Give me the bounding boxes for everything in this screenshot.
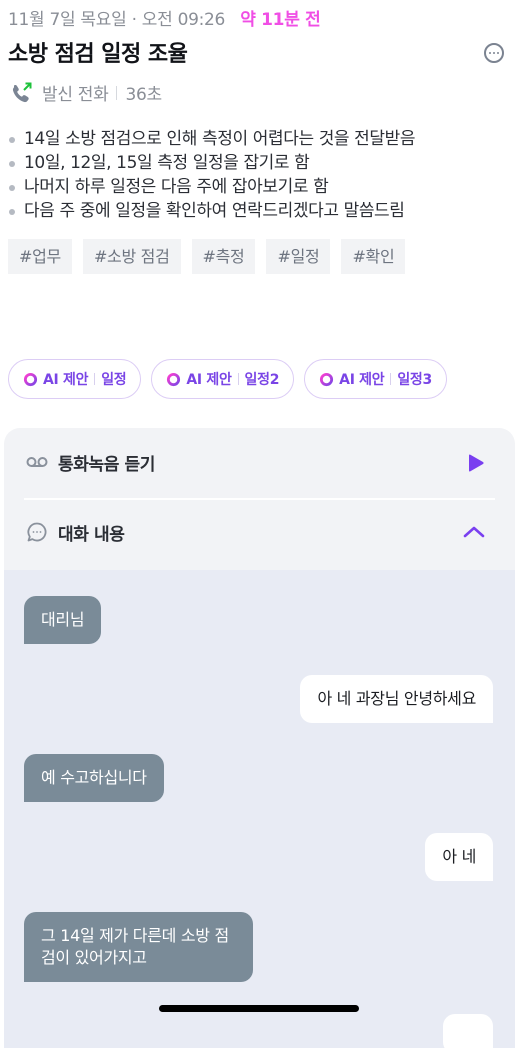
home-indicator[interactable] xyxy=(159,1005,359,1012)
datetime-separator: · xyxy=(131,10,137,30)
tag[interactable]: #소방 점검 xyxy=(82,239,181,274)
voicemail-icon xyxy=(26,456,48,468)
call-detail-card: 통화녹음 듣기 대화 내용 대리님 아 네 과장님 안녕하세요 예 수고하십니다… xyxy=(4,428,515,1048)
outgoing-call-icon xyxy=(12,82,32,102)
summary-item: 10일, 12일, 15일 측정 일정을 잡기로 함 xyxy=(8,151,415,175)
message-bubble-left: 예 수고하십니다 xyxy=(24,754,164,802)
message-bubble-right xyxy=(443,1014,493,1048)
ai-suggestion-label: 일정 xyxy=(101,372,127,388)
ai-suggestion-chip[interactable]: AI 제안 일정3 xyxy=(304,359,447,399)
tag[interactable]: #업무 xyxy=(8,239,72,274)
divider xyxy=(390,373,392,385)
summary-item: 14일 소방 점검으로 인해 측정이 어렵다는 것을 전달받음 xyxy=(8,127,416,151)
conversation-label: 대화 내용 xyxy=(58,524,125,545)
tag-list: #업무 #소방 점검 #측정 #일정 #확인 xyxy=(8,239,408,274)
call-datetime: 11월 7일 목요일 · 오전 09:26 약 11분 전 xyxy=(8,5,321,30)
ai-suggestion-list: AI 제안 일정 AI 제안 일정2 AI 제안 일정3 xyxy=(8,359,447,399)
play-icon[interactable] xyxy=(467,453,485,473)
relative-time: 약 11분 전 xyxy=(240,10,321,30)
tag[interactable]: #확인 xyxy=(341,239,406,274)
chevron-up-icon[interactable] xyxy=(463,525,485,539)
summary-list: 14일 소방 점검으로 인해 측정이 어렵다는 것을 전달받음 10일, 12일… xyxy=(8,127,416,223)
chat-bubble-icon xyxy=(26,521,48,543)
call-date: 11월 7일 목요일 xyxy=(8,10,127,30)
listen-recording-label: 통화녹음 듣기 xyxy=(58,454,155,475)
ai-ring-icon xyxy=(23,372,38,386)
summary-item: 나머지 하루 일정은 다음 주에 잡아보기로 함 xyxy=(8,175,415,199)
conversation-toggle-row[interactable]: 대화 내용 xyxy=(4,500,515,564)
ai-suggestion-prefix: AI 제안 xyxy=(186,372,232,388)
ai-suggestion-prefix: AI 제안 xyxy=(43,372,89,388)
summary-item: 다음 주 중에 일정을 확인하여 연락드리겠다고 말씀드림 xyxy=(8,199,415,223)
ai-suggestion-label: 일정2 xyxy=(244,372,280,388)
more-dot xyxy=(493,52,495,54)
message-bubble-right: 아 네 xyxy=(425,833,493,881)
call-info: 발신 전화 36초 xyxy=(10,80,162,105)
call-type: 발신 전화 xyxy=(42,85,109,105)
ai-ring-icon xyxy=(167,372,181,386)
message-bubble-left: 대리님 xyxy=(24,596,102,644)
call-duration: 36초 xyxy=(125,85,162,105)
page-title: 소방 점검 일정 조율 xyxy=(8,42,188,67)
tag[interactable]: #일정 xyxy=(266,239,331,274)
ai-ring-icon xyxy=(320,372,334,386)
call-time: 오전 09:26 xyxy=(141,10,226,30)
divider xyxy=(116,85,118,100)
message-bubble-left: 그 14일 제가 다른데 소방 점검이 있어가지고 xyxy=(24,912,253,982)
message-bubble-right: 아 네 과장님 안녕하세요 xyxy=(300,675,493,723)
listen-recording-row[interactable]: 통화녹음 듣기 xyxy=(4,430,515,494)
tag[interactable]: #측정 xyxy=(191,239,256,274)
ai-suggestion-prefix: AI 제안 xyxy=(339,372,385,388)
divider xyxy=(237,373,239,385)
more-options-button[interactable] xyxy=(484,43,504,63)
ai-suggestion-chip[interactable]: AI 제안 일정 xyxy=(8,359,142,399)
more-dot xyxy=(489,52,491,54)
ai-suggestion-label: 일정3 xyxy=(397,372,432,388)
conversation-transcript: 대리님 아 네 과장님 안녕하세요 예 수고하십니다 아 네 그 14일 제가 … xyxy=(4,570,515,1048)
ai-suggestion-chip[interactable]: AI 제안 일정2 xyxy=(151,359,295,399)
more-dot xyxy=(497,52,499,54)
divider xyxy=(94,373,96,385)
